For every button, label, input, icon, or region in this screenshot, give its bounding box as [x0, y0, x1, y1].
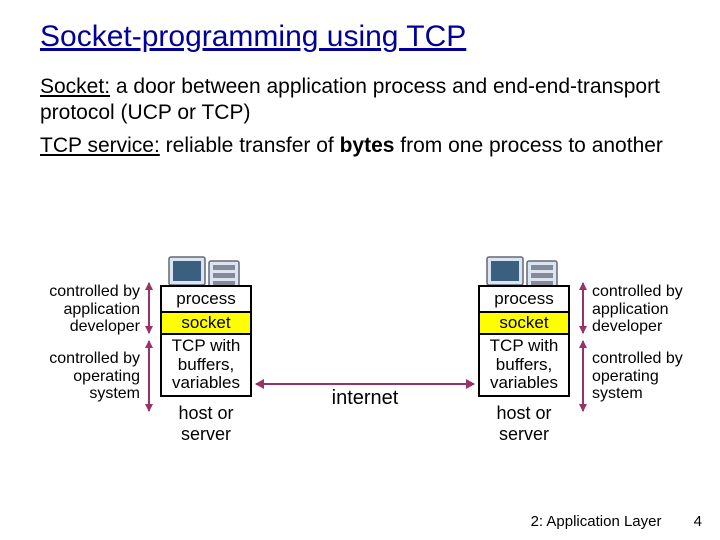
- socket-box-right: socket: [478, 311, 570, 335]
- arrow-app-dev-right: [582, 283, 584, 333]
- footer-chapter: 2: Application Layer: [531, 513, 662, 530]
- host-stack-right: process socket TCP with buffers, variabl…: [478, 265, 570, 444]
- tcp-service-bold: bytes: [340, 134, 395, 157]
- host-stack-left: process socket TCP with buffers, variabl…: [160, 265, 252, 444]
- process-box-right: process: [478, 285, 570, 313]
- tcp-box-left: TCP with buffers, variables: [160, 333, 252, 397]
- host-label-right: host or server: [478, 403, 570, 444]
- internet-label: internet: [320, 387, 410, 410]
- process-box-left: process: [160, 285, 252, 313]
- host-label-left: host or server: [160, 403, 252, 444]
- label-os-right: controlled by operating system: [592, 350, 702, 403]
- socket-diagram: controlled by application developer cont…: [0, 265, 720, 515]
- tcp-box-right: TCP with buffers, variables: [478, 333, 570, 397]
- tcp-service-label: TCP service:: [40, 134, 160, 157]
- tcp-service-pre: reliable transfer of: [160, 134, 340, 157]
- label-os-left: controlled by operating system: [30, 350, 140, 403]
- socket-label: Socket:: [40, 75, 110, 98]
- internet-arrow: [256, 383, 474, 385]
- socket-text: a door between application process and e…: [40, 75, 660, 124]
- tcp-service-post: from one process to another: [394, 134, 662, 157]
- arrow-app-dev-left: [148, 283, 150, 333]
- footer-page-number: 4: [694, 513, 702, 530]
- arrow-os-right: [582, 341, 584, 411]
- slide-footer: 2: Application Layer 4: [531, 513, 702, 530]
- definition-tcp-service: TCP service: reliable transfer of bytes …: [40, 133, 680, 159]
- slide-title: Socket-programming using TCP: [40, 20, 680, 54]
- definition-socket: Socket: a door between application proce…: [40, 74, 680, 127]
- label-app-dev-left: controlled by application developer: [30, 283, 140, 336]
- socket-box-left: socket: [160, 311, 252, 335]
- arrow-os-left: [148, 341, 150, 411]
- label-app-dev-right: controlled by application developer: [592, 283, 702, 336]
